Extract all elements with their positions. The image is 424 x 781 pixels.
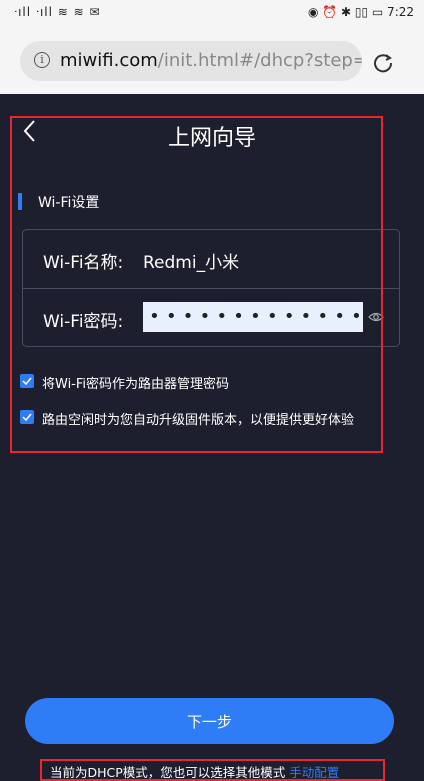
url-path: /init.html#/dhcp?step=2	[157, 50, 362, 71]
eye-icon[interactable]	[368, 309, 384, 325]
refresh-icon[interactable]	[372, 52, 394, 74]
password-field[interactable]: ••••••••••••••	[143, 302, 363, 332]
status-bar: ᐧıll ᐧıll ≋ ≋ ✉ ◉ ⏰ ✱ ▯▯ ▭ 7:22	[0, 0, 424, 26]
section-accent-bar	[18, 193, 22, 210]
info-icon[interactable]: i	[34, 52, 50, 68]
ssid-row: Wi-Fi名称: Redmi_小米	[23, 230, 399, 289]
checkmark-icon	[22, 413, 32, 422]
ssid-value[interactable]: Redmi_小米	[143, 248, 239, 273]
password-row: Wi-Fi密码: ••••••••••••••	[23, 289, 399, 347]
status-bar-right-info: ◉ ⏰ ✱ ▯▯ ▭ 7:22	[307, 5, 414, 19]
status-bar-left-icons: ᐧıll ᐧıll ≋ ≋ ✉	[14, 5, 101, 19]
section-title: Wi-Fi设置	[38, 195, 100, 211]
next-step-button[interactable]: 下一步	[25, 698, 394, 744]
address-field[interactable]: i miwifi.com/init.html#/dhcp?step=2	[20, 41, 362, 81]
auto-upgrade-checkbox-label[interactable]: 路由空闲时为您自动升级固件版本，以便提供更好体验	[42, 409, 354, 428]
password-label: Wi-Fi密码:	[43, 312, 124, 332]
url-host: miwifi.com	[60, 50, 158, 71]
url-text[interactable]: miwifi.com/init.html#/dhcp?step=2	[60, 50, 362, 71]
checkmark-icon	[22, 377, 32, 386]
browser-url-bar: i miwifi.com/init.html#/dhcp?step=2	[0, 26, 424, 94]
wifi-form: Wi-Fi名称: Redmi_小米 Wi-Fi密码: •••••••••••••…	[22, 229, 400, 347]
admin-password-checkbox-label[interactable]: 将Wi-Fi密码作为路由器管理密码	[42, 373, 229, 392]
page-header: 上网向导	[0, 94, 424, 174]
setup-wizard-page: 上网向导 Wi-Fi设置 Wi-Fi名称: Redmi_小米 Wi-Fi密码: …	[0, 94, 424, 781]
auto-upgrade-checkbox[interactable]	[20, 410, 34, 424]
footer-text: 当前为DHCP模式，您也可以选择其他模式 手动配置	[50, 762, 339, 779]
page-title: 上网向导	[167, 126, 256, 151]
admin-password-checkbox[interactable]	[20, 374, 34, 388]
ssid-label: Wi-Fi名称:	[43, 253, 124, 273]
